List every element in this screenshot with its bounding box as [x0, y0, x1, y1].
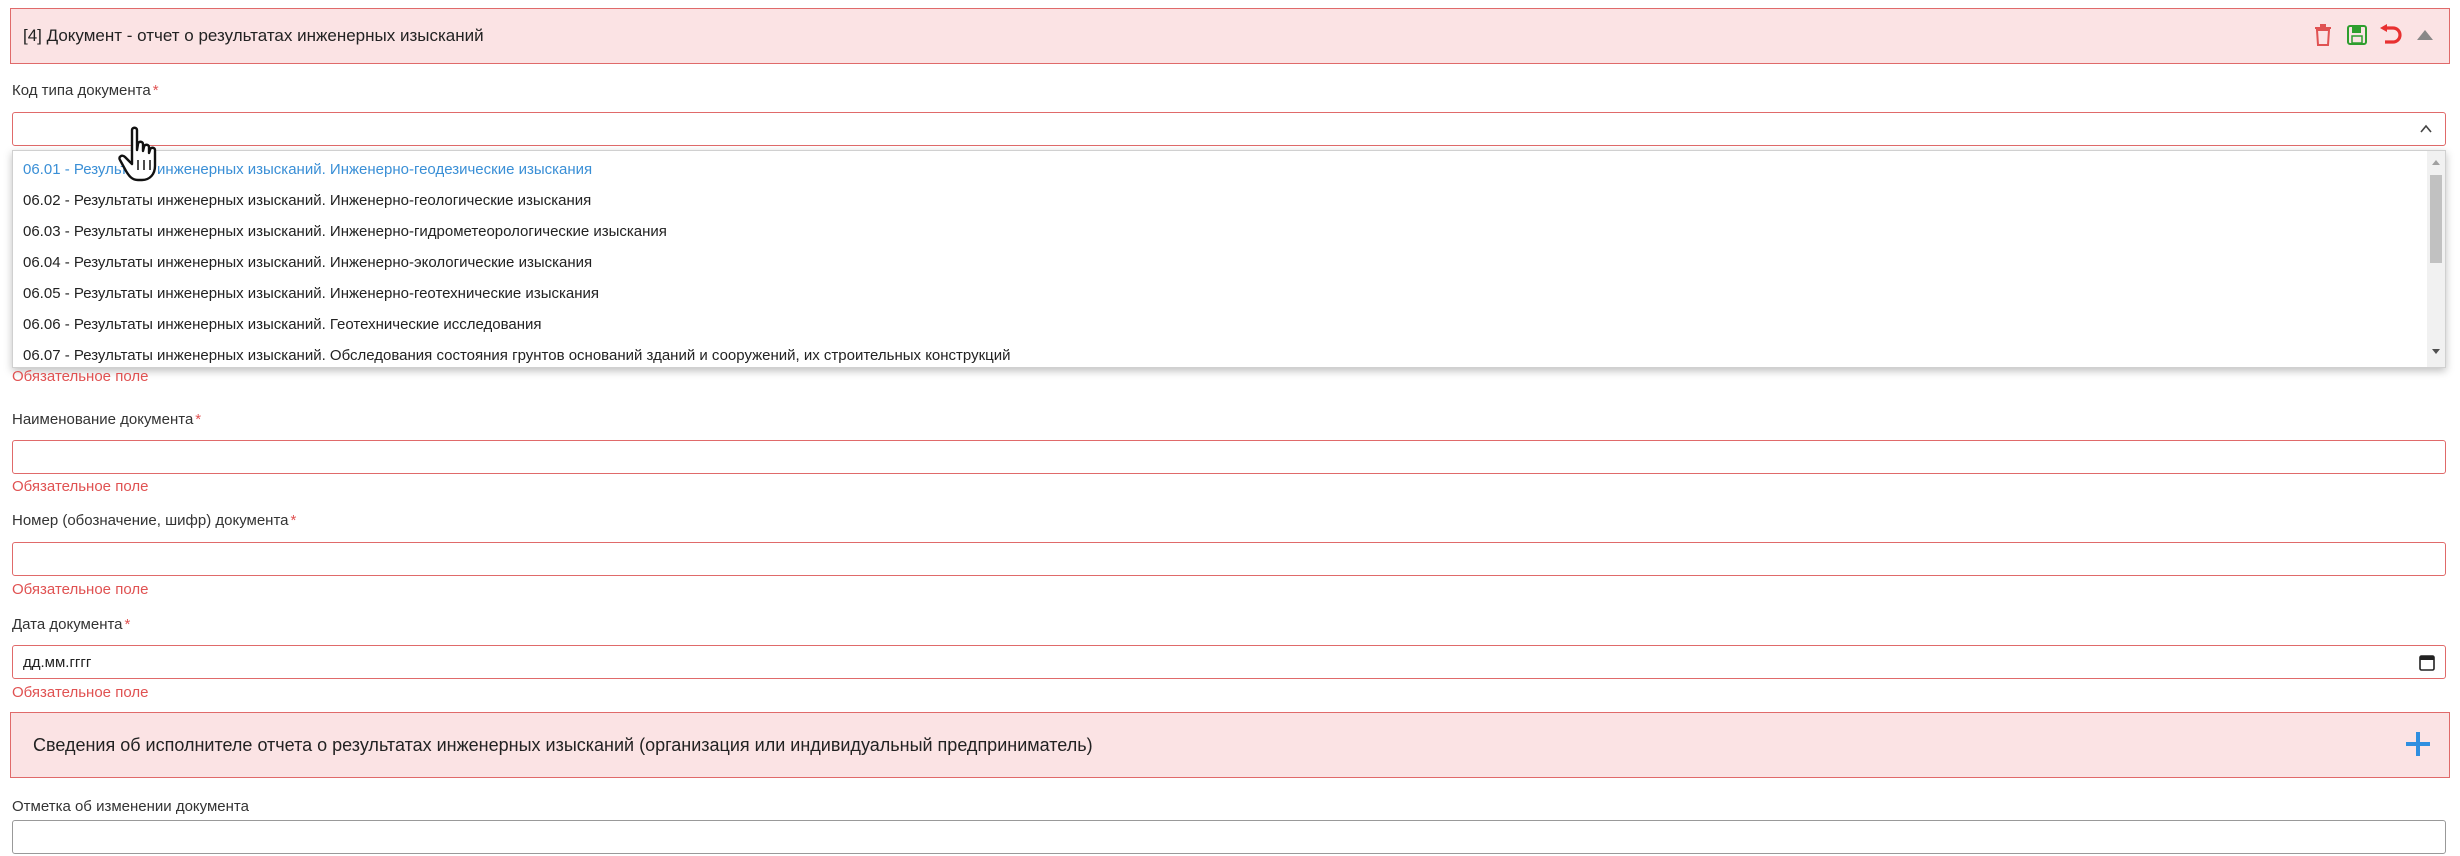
scroll-thumb[interactable] [2430, 175, 2442, 263]
collapse-icon[interactable] [2413, 23, 2437, 47]
doc-type-code-label: Код типа документа * [12, 82, 159, 99]
doc-name-error: Обязательное поле [12, 478, 149, 495]
header-actions [2311, 23, 2437, 47]
dropdown-option[interactable]: 06.02 - Результаты инженерных изысканий.… [23, 192, 591, 209]
doc-date-input[interactable]: дд.мм.гггг [12, 645, 2446, 679]
document-header: [4] Документ - отчет о результатах инжен… [10, 8, 2450, 64]
dropdown-option[interactable]: 06.01 - Результаты инженерных изысканий.… [23, 161, 592, 178]
dropdown-option[interactable]: 06.05 - Результаты инженерных изысканий.… [23, 285, 599, 302]
document-form: [4] Документ - отчет о результатах инжен… [0, 0, 2460, 856]
doc-name-label: Наименование документа * [12, 411, 202, 428]
undo-icon[interactable] [2379, 23, 2403, 47]
trash-icon[interactable] [2311, 23, 2335, 47]
scroll-up-icon[interactable] [2431, 157, 2441, 167]
executor-section-title: Сведения об исполнителе отчета о результ… [33, 735, 1093, 755]
save-icon[interactable] [2345, 23, 2369, 47]
hand-cursor-icon [118, 126, 157, 182]
dropdown-option[interactable]: 06.04 - Результаты инженерных изысканий.… [23, 254, 592, 271]
dropdown-option[interactable]: 06.03 - Результаты инженерных изысканий.… [23, 223, 667, 240]
calendar-icon[interactable] [2419, 653, 2435, 671]
doc-name-input[interactable] [12, 440, 2446, 474]
doc-date-placeholder: дд.мм.гггг [23, 654, 92, 671]
executor-section: Сведения об исполнителе отчета о результ… [10, 712, 2450, 778]
doc-number-input[interactable] [12, 542, 2446, 576]
chevron-up-icon [2420, 124, 2432, 133]
dropdown-scrollbar[interactable] [2427, 151, 2445, 367]
scroll-down-icon[interactable] [2431, 347, 2441, 357]
dropdown-option[interactable]: 06.06 - Результаты инженерных изысканий.… [23, 316, 542, 333]
change-note-input[interactable] [12, 820, 2446, 854]
doc-number-label: Номер (обозначение, шифр) документа * [12, 512, 297, 529]
document-title: [4] Документ - отчет о результатах инжен… [23, 26, 484, 45]
dropdown-option[interactable]: 06.07 - Результаты инженерных изысканий.… [23, 347, 1011, 364]
plus-icon[interactable] [2403, 729, 2433, 759]
doc-date-label: Дата документа * [12, 616, 131, 633]
doc-type-dropdown[interactable]: 06.01 - Результаты инженерных изысканий.… [12, 150, 2446, 368]
change-note-label: Отметка об изменении документа [12, 798, 249, 815]
doc-type-code-error: Обязательное поле [12, 368, 149, 385]
doc-number-error: Обязательное поле [12, 581, 149, 598]
doc-date-error: Обязательное поле [12, 684, 149, 701]
doc-type-code-select[interactable] [12, 112, 2446, 146]
